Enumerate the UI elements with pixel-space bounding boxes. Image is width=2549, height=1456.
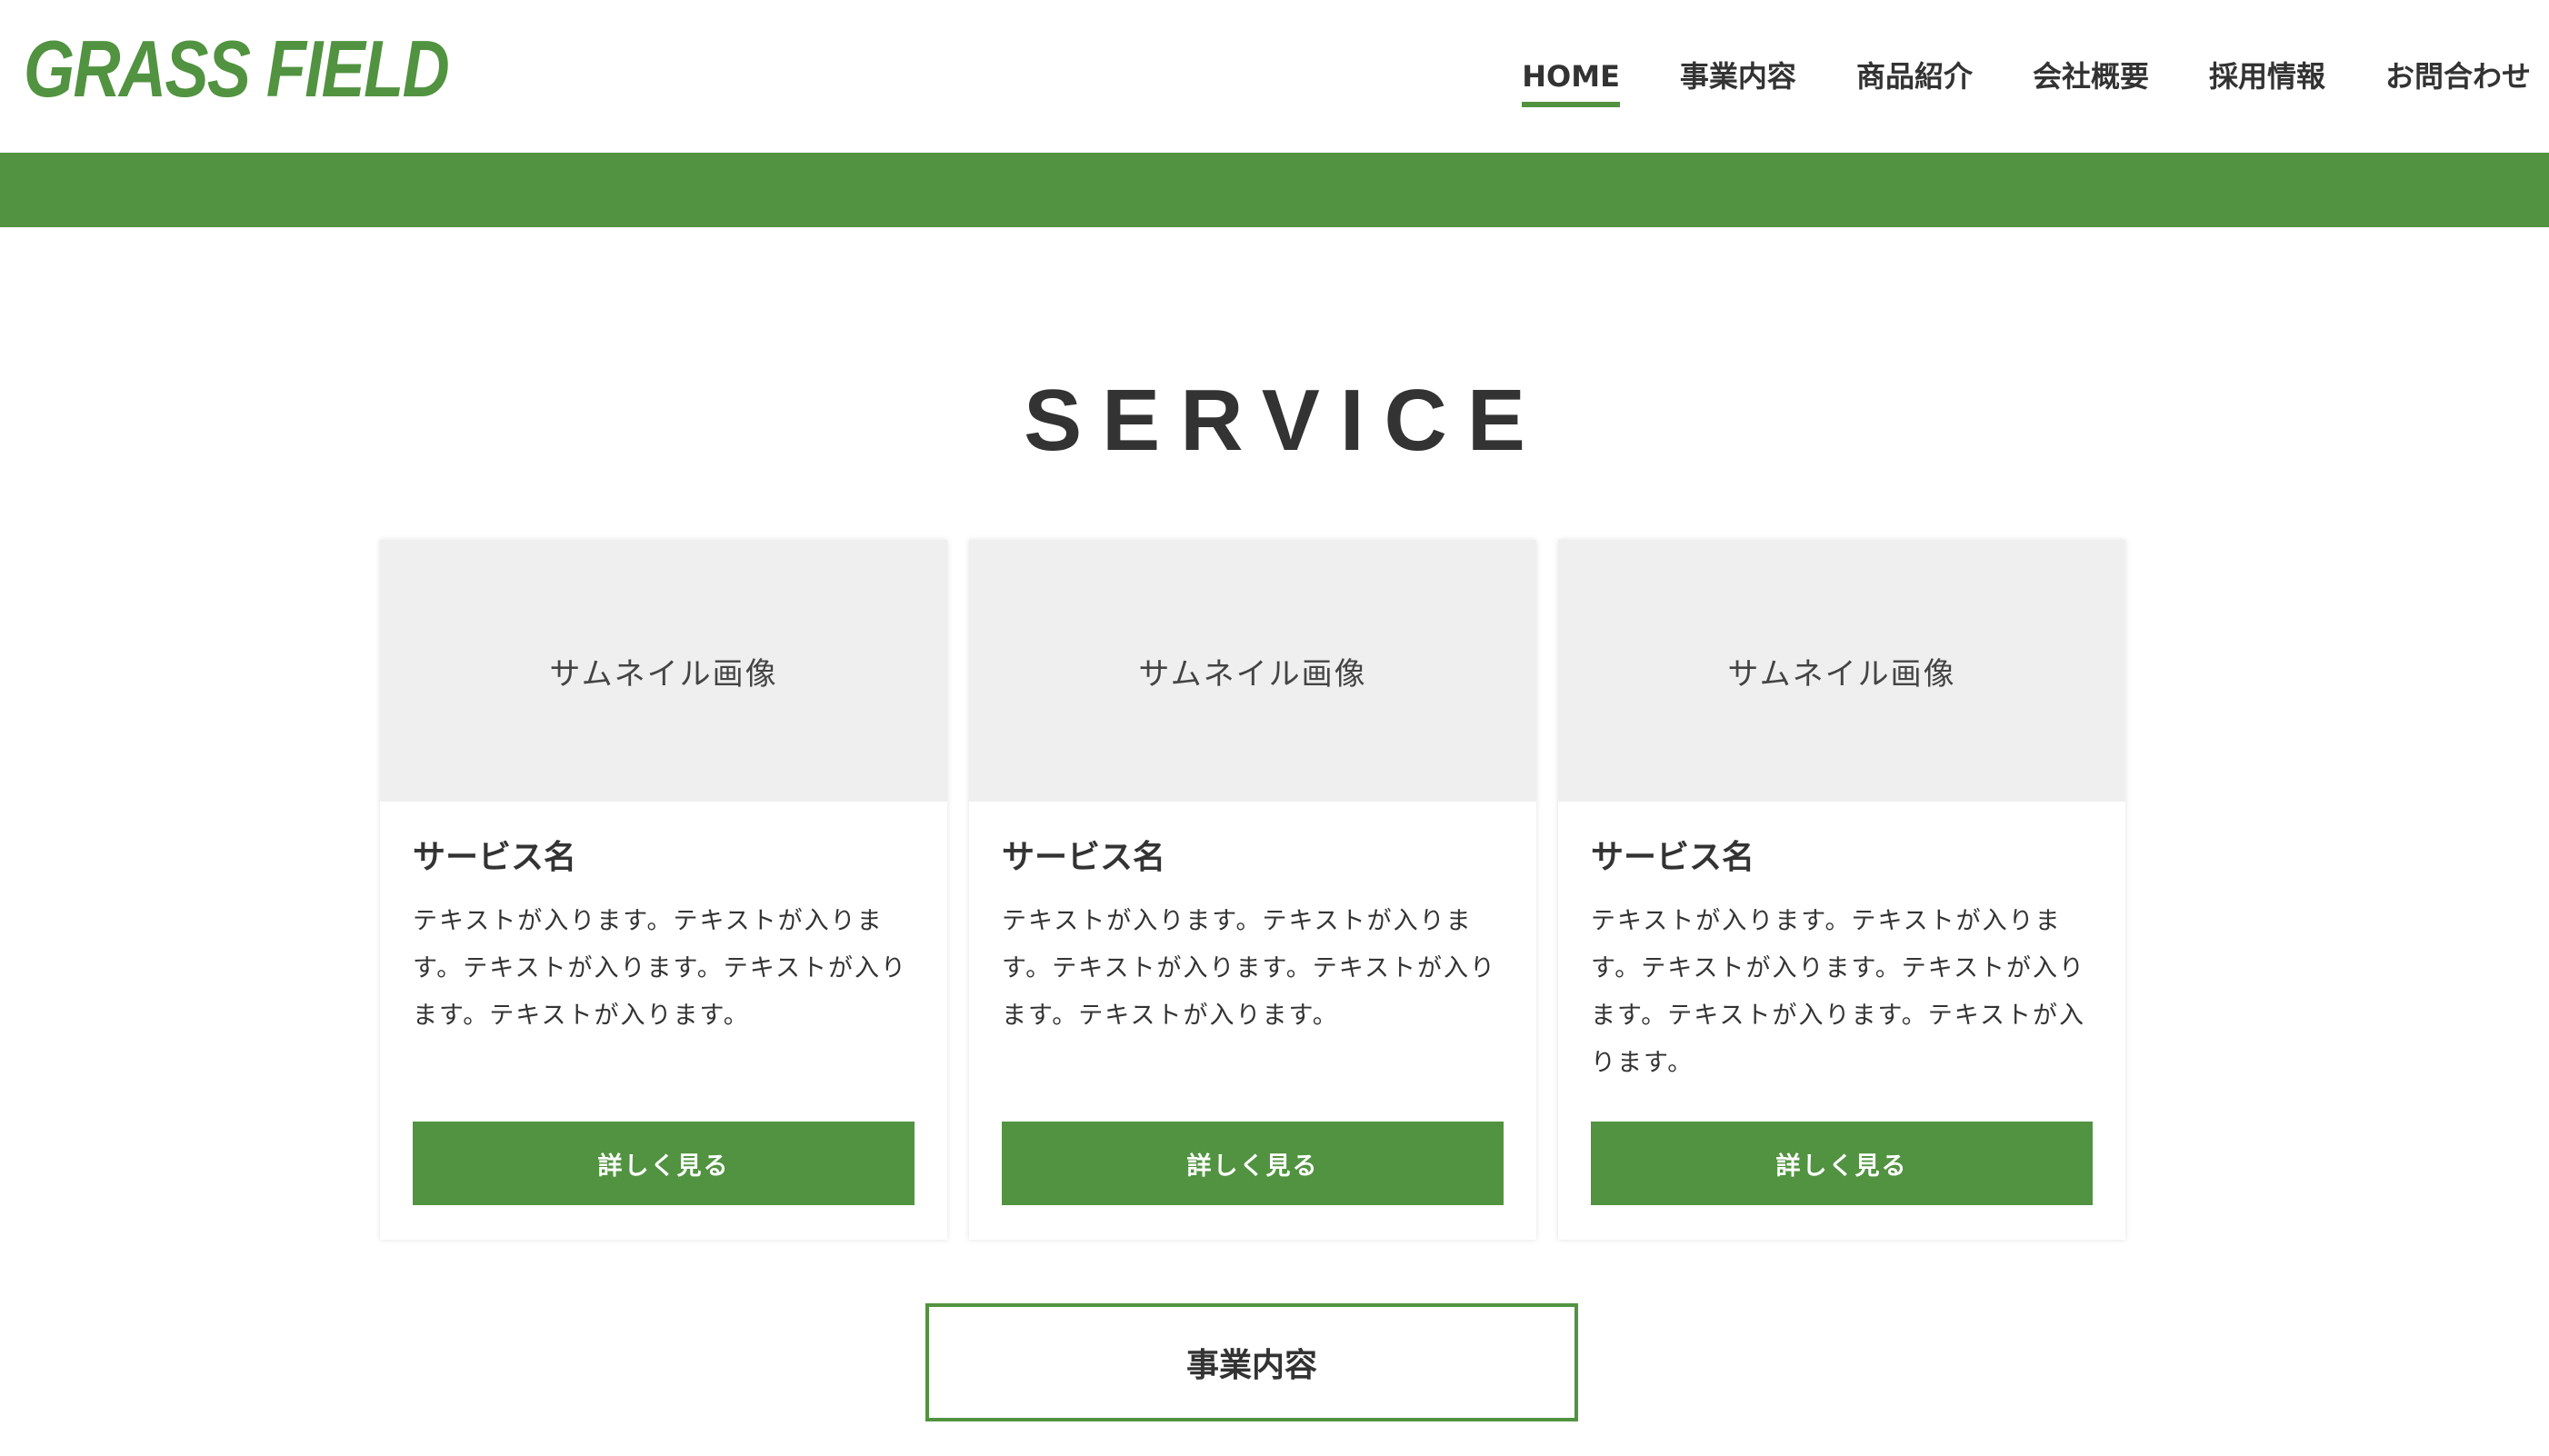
global-nav: HOME 事業内容 商品紹介 会社概要 採用情報 お問合わせ	[1462, 0, 2531, 153]
business-content-button[interactable]: 事業内容	[925, 1303, 1578, 1421]
card-text: テキストが入ります。テキストが入ります。テキストが入ります。テキストが入ります。…	[1591, 907, 2085, 1077]
nav-item-label: 採用情報	[2208, 59, 2325, 94]
card-title: サービス名	[413, 839, 577, 876]
card-title: サービス名	[1591, 839, 1755, 876]
nav-item-label: HOME	[1522, 59, 1620, 94]
card-title: サービス名	[1002, 839, 1166, 876]
nav-item-company[interactable]: 会社概要	[2033, 58, 2149, 95]
service-card: サムネイル画像 サービス名 テキストが入ります。テキストが入ります。テキストが入…	[1558, 540, 2125, 1240]
site-header: GRASS FIELD HOME 事業内容 商品紹介 会社概要 採用情報 お問合…	[0, 0, 2549, 153]
service-card: サムネイル画像 サービス名 テキストが入ります。テキストが入ります。テキストが入…	[969, 540, 1536, 1240]
nav-item-label: お問合わせ	[2384, 59, 2531, 94]
section-title: SERVICE	[1024, 372, 1545, 469]
thumbnail-label: サムネイル画像	[549, 655, 778, 693]
thumbnail-label: サムネイル画像	[1727, 655, 1956, 693]
service-card-list: サムネイル画像 サービス名 テキストが入ります。テキストが入ります。テキストが入…	[380, 540, 2125, 1240]
nav-item-contact[interactable]: お問合わせ	[2385, 58, 2531, 95]
details-button[interactable]: 詳しく見る	[1591, 1122, 2093, 1205]
nav-item-label: 事業内容	[1679, 59, 1796, 94]
details-button[interactable]: 詳しく見る	[413, 1122, 915, 1205]
card-thumbnail: サムネイル画像	[1558, 540, 2125, 802]
nav-item-home[interactable]: HOME	[1522, 58, 1620, 107]
details-button[interactable]: 詳しく見る	[1002, 1122, 1504, 1205]
nav-item-label: 会社概要	[2032, 59, 2149, 94]
card-text: テキストが入ります。テキストが入ります。テキストが入ります。テキストが入ります。…	[1002, 907, 1496, 1030]
nav-item-products[interactable]: 商品紹介	[1856, 58, 1973, 95]
card-text: テキストが入ります。テキストが入ります。テキストが入ります。テキストが入ります。…	[413, 907, 907, 1030]
service-card: サムネイル画像 サービス名 テキストが入ります。テキストが入ります。テキストが入…	[380, 540, 947, 1240]
nav-item-recruit[interactable]: 採用情報	[2209, 58, 2325, 95]
card-thumbnail: サムネイル画像	[380, 540, 947, 802]
logo-text: GRASS FIELD	[24, 24, 450, 114]
site-logo[interactable]: GRASS FIELD	[24, 24, 450, 115]
card-thumbnail: サムネイル画像	[969, 540, 1536, 802]
green-banner-band	[0, 153, 2549, 227]
nav-item-business[interactable]: 事業内容	[1680, 58, 1796, 95]
thumbnail-label: サムネイル画像	[1138, 655, 1367, 693]
nav-active-underline	[1522, 102, 1620, 107]
nav-item-label: 商品紹介	[1855, 59, 1973, 94]
